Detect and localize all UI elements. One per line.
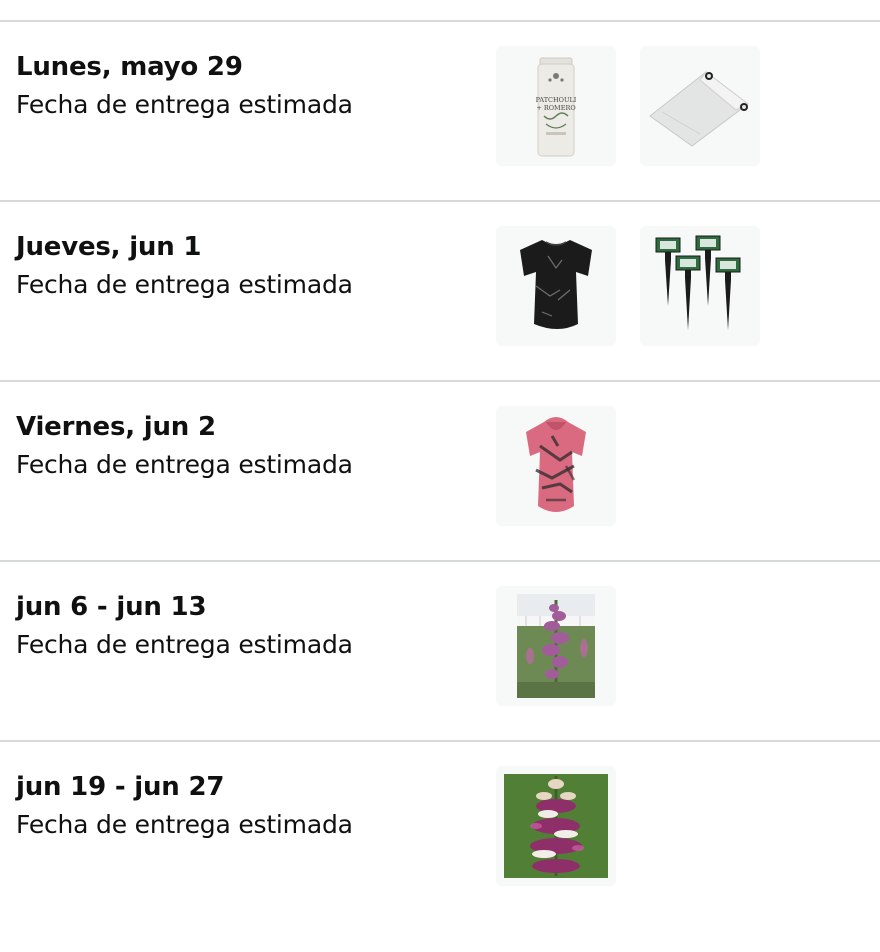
product-thumbnails: PATCHOULI + ROMERO <box>496 46 760 166</box>
incense-tube-icon: PATCHOULI + ROMERO <box>536 57 577 157</box>
product-thumbnail[interactable] <box>640 226 760 346</box>
delivery-group: Lunes, mayo 29 Fecha de entrega estimada… <box>0 20 880 200</box>
black-tshirt-icon <box>520 240 592 329</box>
flower-closeup-photo-icon <box>504 774 608 878</box>
delivery-info: Jueves, jun 1 Fecha de entrega estimada <box>16 230 353 302</box>
delivery-list: Lunes, mayo 29 Fecha de entrega estimada… <box>0 20 880 920</box>
solar-stakes-icon <box>655 235 741 330</box>
delivery-info: jun 19 - jun 27 Fecha de entrega estimad… <box>16 770 353 842</box>
delivery-group: jun 19 - jun 27 Fecha de entrega estimad… <box>0 740 880 920</box>
delivery-date: Viernes, jun 2 <box>16 412 216 442</box>
delivery-date: Jueves, jun 1 <box>16 232 202 262</box>
delivery-group: Jueves, jun 1 Fecha de entrega estimada <box>0 200 880 380</box>
delivery-label: Fecha de entrega estimada <box>16 270 353 299</box>
product-thumbnails <box>496 226 760 346</box>
delivery-label: Fecha de entrega estimada <box>16 630 353 659</box>
tube-text-1: PATCHOULI <box>536 96 577 104</box>
product-thumbnails <box>496 766 616 886</box>
delivery-date: Lunes, mayo 29 <box>16 52 243 82</box>
product-thumbnail[interactable] <box>496 406 616 526</box>
pink-hooded-shirt-icon <box>526 417 586 512</box>
delivery-info: Lunes, mayo 29 Fecha de entrega estimada <box>16 50 353 122</box>
tube-text-2: + ROMERO <box>536 104 575 112</box>
product-thumbnails <box>496 406 616 526</box>
product-thumbnail[interactable] <box>496 586 616 706</box>
delivery-info: jun 6 - jun 13 Fecha de entrega estimada <box>16 590 353 662</box>
delivery-label: Fecha de entrega estimada <box>16 90 353 119</box>
product-thumbnails <box>496 586 616 706</box>
product-thumbnail[interactable] <box>496 226 616 346</box>
product-thumbnail[interactable] <box>640 46 760 166</box>
delivery-date: jun 19 - jun 27 <box>16 772 225 802</box>
delivery-group: jun 6 - jun 13 Fecha de entrega estimada <box>0 560 880 740</box>
flower-plant-photo-icon <box>517 594 595 698</box>
delivery-label: Fecha de entrega estimada <box>16 450 353 479</box>
product-thumbnail[interactable] <box>496 766 616 886</box>
delivery-date: jun 6 - jun 13 <box>16 592 207 622</box>
product-thumbnail[interactable]: PATCHOULI + ROMERO <box>496 46 616 166</box>
delivery-group: Viernes, jun 2 Fecha de entrega estimada <box>0 380 880 560</box>
delivery-info: Viernes, jun 2 Fecha de entrega estimada <box>16 410 353 482</box>
tarp-icon <box>649 71 749 147</box>
delivery-label: Fecha de entrega estimada <box>16 810 353 839</box>
